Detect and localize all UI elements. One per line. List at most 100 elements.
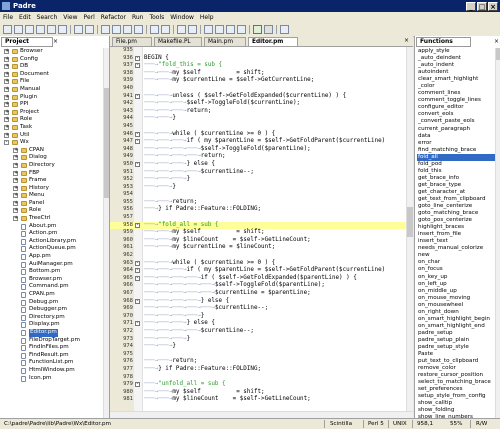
expand-icon[interactable]: + bbox=[4, 56, 9, 62]
tree-item[interactable]: Command.pm bbox=[0, 283, 104, 291]
code-line[interactable]: 949 ───→───→───→───→return; bbox=[110, 153, 413, 161]
code-line[interactable]: 935 bbox=[110, 47, 413, 55]
function-item[interactable]: fold_all bbox=[417, 153, 495, 161]
function-item[interactable]: fold_this bbox=[417, 168, 495, 175]
close-functions-panel-icon[interactable]: × bbox=[494, 38, 499, 45]
function-item[interactable]: fold_pod bbox=[417, 161, 495, 168]
expand-icon[interactable]: + bbox=[13, 155, 18, 161]
tree-item[interactable]: + PPI bbox=[0, 101, 104, 109]
tree-item[interactable]: + Role bbox=[0, 116, 104, 124]
tree-item[interactable]: + FBP bbox=[0, 170, 104, 178]
expand-icon[interactable]: + bbox=[13, 200, 18, 206]
code-line[interactable]: 951 ───→───→───→───→$currentLine--; bbox=[110, 169, 413, 177]
tree-item[interactable]: HtmlWindow.pm bbox=[0, 367, 104, 375]
function-item[interactable]: convert_eols bbox=[417, 111, 495, 118]
function-item[interactable]: on_key_up bbox=[417, 274, 495, 281]
code-line[interactable]: 958- ───→"fold_all = sub { bbox=[110, 221, 413, 230]
function-item[interactable]: on_focus bbox=[417, 266, 495, 273]
function-item[interactable]: apply_style bbox=[417, 48, 495, 55]
code-line[interactable]: 939 ───→───→my $currentLine = $self->GetC… bbox=[110, 77, 413, 85]
fold-toggle-icon[interactable]: - bbox=[135, 275, 140, 281]
code-line[interactable]: 969 ───→───→───→───→───→$currentLine--; bbox=[110, 305, 413, 313]
code-line[interactable]: 960 ───→───→my $lineCount = $self->GetLin… bbox=[110, 237, 413, 245]
tab-functions[interactable]: Functions bbox=[416, 37, 471, 47]
menu-search[interactable]: Search bbox=[34, 12, 61, 23]
expand-icon[interactable]: + bbox=[4, 94, 9, 100]
function-item[interactable]: insert_text bbox=[417, 238, 495, 245]
syntax-check-icon[interactable] bbox=[215, 25, 224, 34]
function-item[interactable]: padre_setup_style bbox=[417, 344, 495, 351]
function-item[interactable]: get_brace_info bbox=[417, 175, 495, 182]
function-item[interactable]: autoindent bbox=[417, 69, 495, 76]
tree-item[interactable]: Directory.pm bbox=[0, 314, 104, 322]
fold-toggle-icon[interactable]: - bbox=[135, 161, 140, 167]
function-item[interactable]: current_paragraph bbox=[417, 126, 495, 133]
fold-toggle-icon[interactable]: - bbox=[135, 260, 140, 266]
code-line[interactable]: 954 bbox=[110, 191, 413, 199]
function-item[interactable]: _auto_indent bbox=[417, 62, 495, 69]
function-item[interactable]: new bbox=[417, 252, 495, 259]
stop-icon[interactable] bbox=[264, 25, 273, 34]
function-item[interactable]: _color bbox=[417, 83, 495, 90]
code-line[interactable]: 952 ───→───→───→} bbox=[110, 176, 413, 184]
collapse-icon[interactable]: - bbox=[4, 140, 9, 146]
function-item[interactable]: on_mouse_moving bbox=[417, 295, 495, 302]
tree-item[interactable]: + TreeCtrl bbox=[0, 215, 104, 223]
tree-item[interactable]: + Role bbox=[0, 207, 104, 215]
menu-file[interactable]: File bbox=[0, 12, 16, 23]
code-line[interactable]: 961 ───→───→my $currentLine = $lineCount; bbox=[110, 244, 413, 252]
tree-item[interactable]: FileDropTarget.pm bbox=[0, 337, 104, 345]
function-item[interactable]: on_smart_highlight_end bbox=[417, 323, 495, 330]
editor-tab[interactable]: File.pm bbox=[112, 37, 152, 46]
tree-item[interactable]: + Dialog bbox=[0, 154, 104, 162]
expand-icon[interactable]: + bbox=[13, 185, 18, 191]
function-item[interactable]: Paste bbox=[417, 351, 495, 358]
project-tree-scrollbar[interactable] bbox=[103, 48, 109, 418]
find-in-files-icon[interactable] bbox=[226, 25, 235, 34]
code-line[interactable]: 944 ───→───→} bbox=[110, 115, 413, 123]
uncomment-icon[interactable] bbox=[188, 25, 197, 34]
function-item[interactable]: on_middle_up bbox=[417, 288, 495, 295]
function-item[interactable]: setup_style_from_config bbox=[417, 393, 495, 400]
code-line[interactable]: 973 ───→───→───→} bbox=[110, 336, 413, 344]
code-line[interactable]: 948 ───→───→───→───→$self->ToggleFold($pa… bbox=[110, 146, 413, 154]
expand-icon[interactable]: + bbox=[4, 71, 9, 77]
code-line[interactable]: 938 ───→───→my $self = shift; bbox=[110, 70, 413, 78]
tree-item[interactable]: Display.pm bbox=[0, 321, 104, 329]
tree-item[interactable]: + Util bbox=[0, 132, 104, 140]
expand-icon[interactable]: + bbox=[4, 102, 9, 108]
function-item[interactable]: _convert_paste_eols bbox=[417, 118, 495, 125]
tree-item[interactable]: + DB bbox=[0, 63, 104, 71]
tree-item[interactable]: + File bbox=[0, 78, 104, 86]
tree-item[interactable]: ActionLibrary.pm bbox=[0, 238, 104, 246]
code-line[interactable]: 940 bbox=[110, 85, 413, 93]
function-item[interactable]: get_text_from_clipboard bbox=[417, 196, 495, 203]
tree-item[interactable]: + Project bbox=[0, 109, 104, 117]
function-item[interactable]: select_to_matching_brace bbox=[417, 379, 495, 386]
expand-icon[interactable]: + bbox=[4, 117, 9, 123]
code-line[interactable]: 959 ───→───→my $self = shift; bbox=[110, 229, 413, 237]
paste-icon[interactable] bbox=[123, 25, 132, 34]
function-item[interactable]: highlight_braces bbox=[417, 224, 495, 231]
menu-perl[interactable]: Perl bbox=[81, 12, 98, 23]
function-item[interactable]: on_smart_highlight_begin bbox=[417, 316, 495, 323]
tree-item[interactable]: + Document bbox=[0, 71, 104, 79]
function-item[interactable]: data bbox=[417, 133, 495, 140]
save-all-icon[interactable] bbox=[36, 25, 45, 34]
tree-item[interactable]: + Manual bbox=[0, 86, 104, 94]
expand-icon[interactable]: + bbox=[4, 79, 9, 85]
cut-icon[interactable] bbox=[101, 25, 110, 34]
run-icon[interactable] bbox=[253, 25, 262, 34]
tree-item[interactable]: Browser.pm bbox=[0, 276, 104, 284]
tree-item[interactable]: About.pm bbox=[0, 223, 104, 231]
tree-item[interactable]: + Config bbox=[0, 56, 104, 64]
close-all-icon[interactable] bbox=[58, 25, 67, 34]
code-line[interactable]: 962 bbox=[110, 252, 413, 260]
code-line[interactable]: 978 bbox=[110, 374, 413, 382]
function-item[interactable]: goto_pos_centerize bbox=[417, 217, 495, 224]
code-line[interactable]: 953 ───→───→} bbox=[110, 184, 413, 192]
code-line[interactable]: 955 ───→───→return; bbox=[110, 199, 413, 207]
code-line[interactable]: 979- ───→"unfold_all = sub { bbox=[110, 381, 413, 389]
tree-item[interactable]: + History bbox=[0, 185, 104, 193]
code-line[interactable]: 968- ───→───→───→───→} else { bbox=[110, 298, 413, 306]
